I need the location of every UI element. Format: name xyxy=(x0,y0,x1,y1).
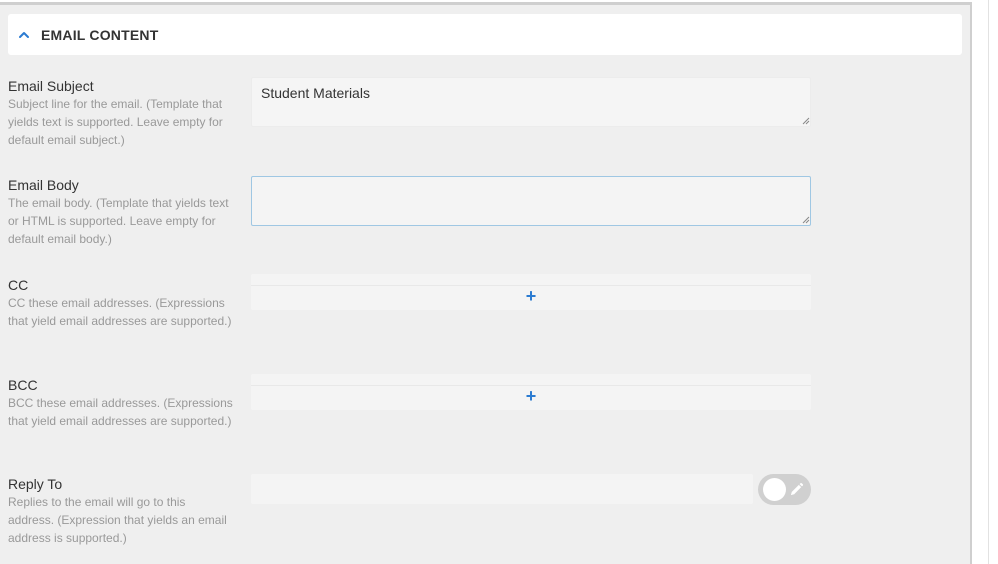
chevron-up-icon xyxy=(18,29,30,41)
toggle-knob xyxy=(763,478,786,501)
email-body-input[interactable] xyxy=(251,176,811,226)
add-cc-button[interactable]: + xyxy=(523,287,539,305)
email-subject-input[interactable]: Student Materials xyxy=(251,77,811,127)
bcc-list: + xyxy=(251,374,811,410)
reply-to-description: Replies to the email will go to this add… xyxy=(8,495,227,545)
email-subject-description: Subject line for the email. (Template th… xyxy=(8,97,223,147)
scroll-edge xyxy=(988,0,989,564)
email-content-section-header[interactable]: EMAIL CONTENT xyxy=(8,14,962,55)
email-subject-label: Email Subject xyxy=(8,78,94,94)
pencil-icon xyxy=(790,482,804,496)
email-body-description: The email body. (Template that yields te… xyxy=(8,196,229,246)
bcc-description: BCC these email addresses. (Expressions … xyxy=(8,396,233,428)
reply-to-input[interactable] xyxy=(251,474,753,504)
email-body-label: Email Body xyxy=(8,177,79,193)
reply-to-expression-toggle[interactable] xyxy=(758,474,811,505)
cc-label: CC xyxy=(8,277,29,293)
cc-list: + xyxy=(251,274,811,310)
resize-grip-icon[interactable] xyxy=(802,117,810,125)
add-bcc-button[interactable]: + xyxy=(523,387,539,405)
reply-to-label: Reply To xyxy=(8,476,63,492)
bcc-label: BCC xyxy=(8,377,38,393)
cc-description: CC these email addresses. (Expressions t… xyxy=(8,296,232,328)
resize-grip-icon[interactable] xyxy=(802,216,810,224)
section-title: EMAIL CONTENT xyxy=(41,26,159,43)
